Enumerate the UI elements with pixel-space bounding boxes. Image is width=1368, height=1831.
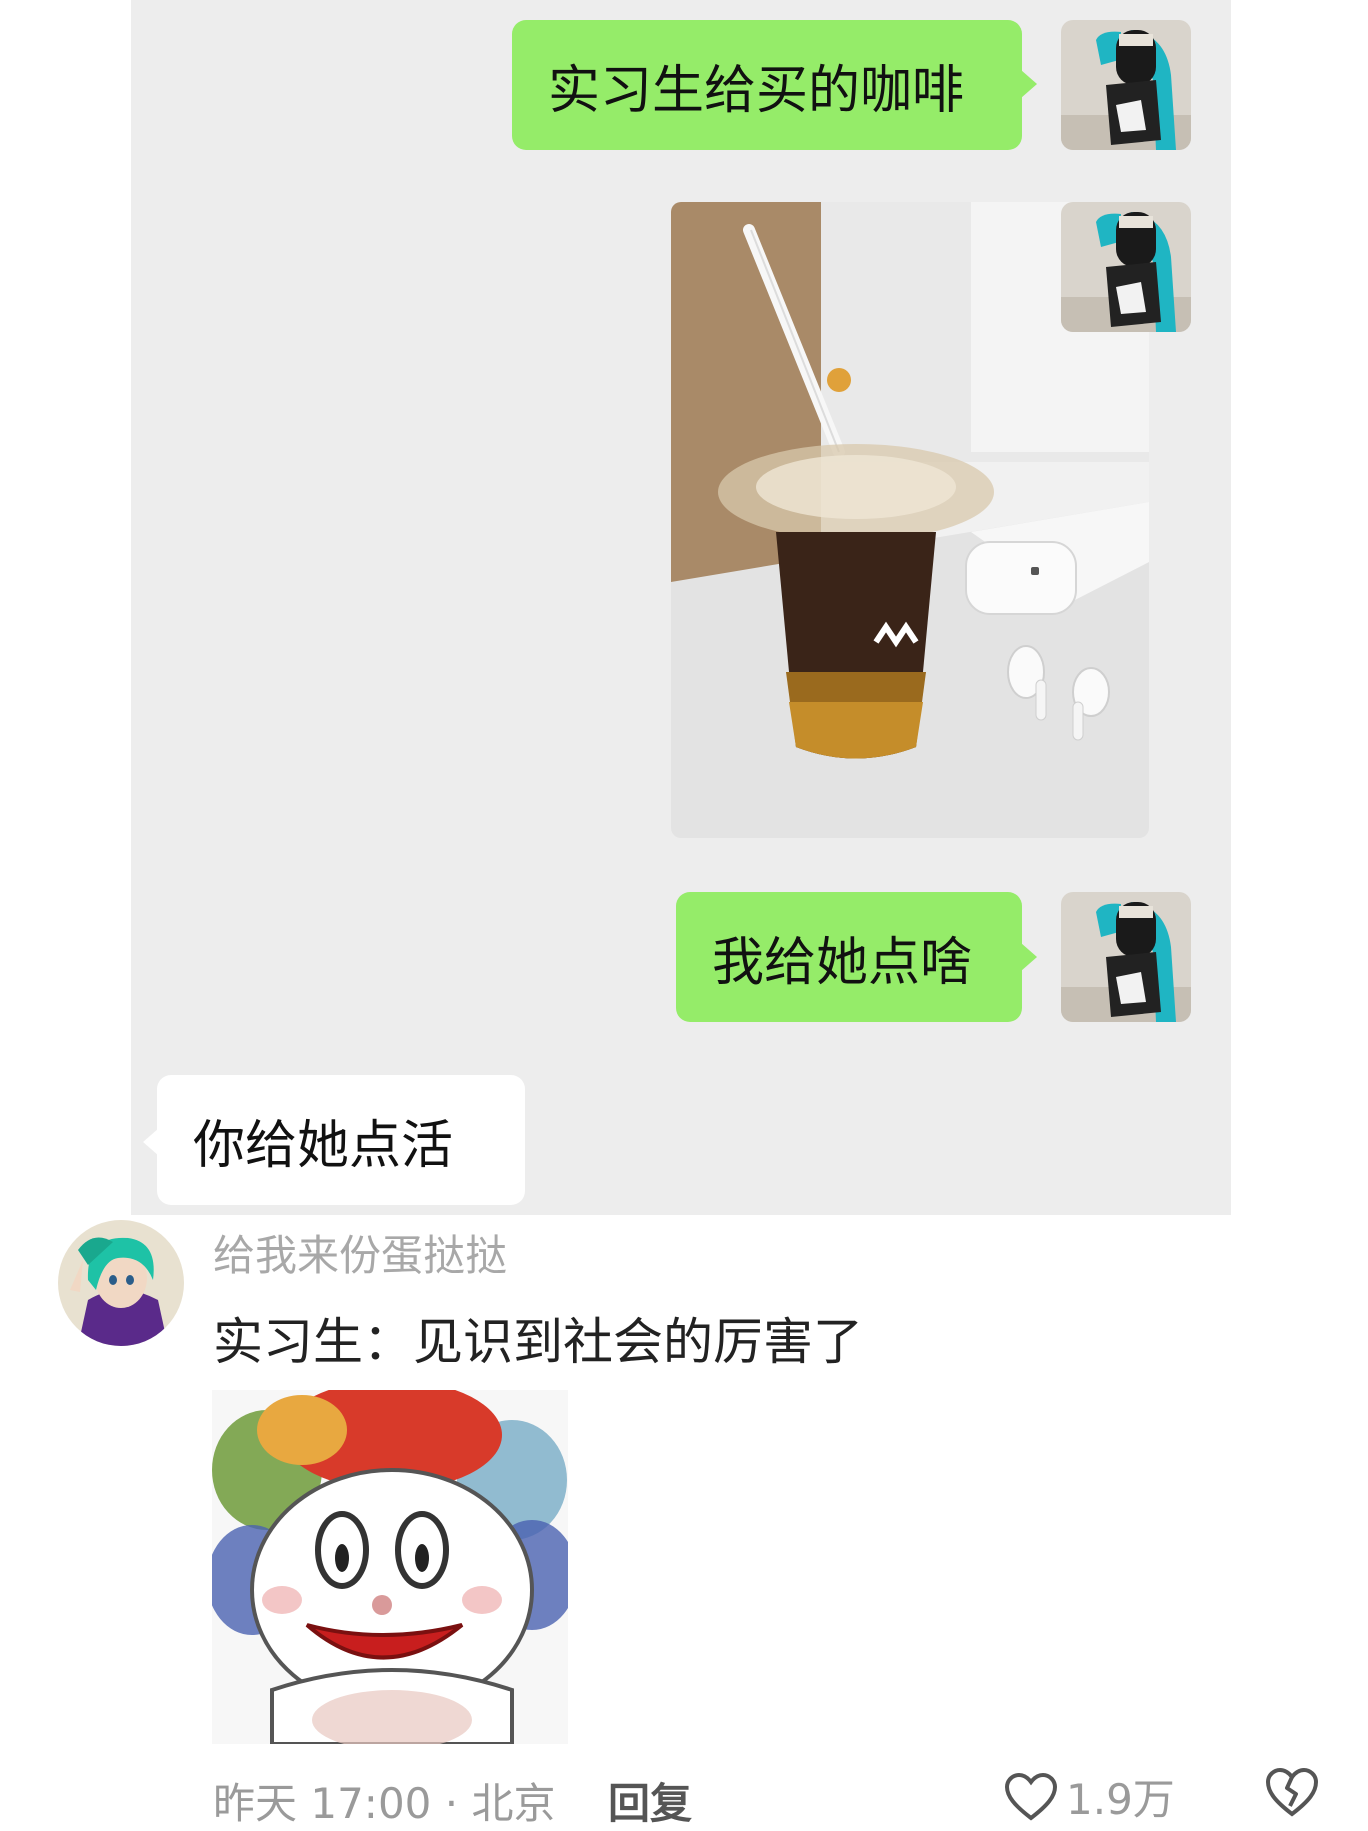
comment-text: 实习生：见识到社会的厉害了 [213,1313,863,1371]
bubble-tail [1021,70,1037,98]
message-bubble-self: 实习生给买的咖啡 [512,20,1022,150]
self-avatar [1061,892,1191,1022]
broken-heart-icon [1264,1766,1320,1818]
chat-screenshot: 实习生给买的咖啡 我给她点啥 你给她点活 [131,0,1231,1215]
commenter-username[interactable]: 给我来份蛋挞挞 [213,1222,507,1283]
dislike-button[interactable] [1264,1766,1320,1822]
self-avatar [1061,202,1191,332]
like-button[interactable]: 1.9万 [1004,1766,1175,1827]
clown-sticker-image[interactable] [212,1390,568,1744]
comment-time-location: 昨天 17:00 · 北京 [213,1779,556,1828]
message-text: 我给她点啥 [712,932,973,993]
like-count: 1.9万 [1066,1775,1175,1824]
heart-icon [1004,1772,1058,1822]
message-bubble-other: 你给她点活 [157,1075,525,1205]
message-text: 你给她点活 [193,1115,454,1176]
bubble-tail [1021,943,1037,971]
commenter-avatar[interactable] [58,1220,184,1346]
reply-button[interactable]: 回复 [608,1770,692,1831]
message-text: 实习生给买的咖啡 [548,60,965,121]
message-bubble-self: 我给她点啥 [676,892,1022,1022]
self-avatar [1061,20,1191,150]
